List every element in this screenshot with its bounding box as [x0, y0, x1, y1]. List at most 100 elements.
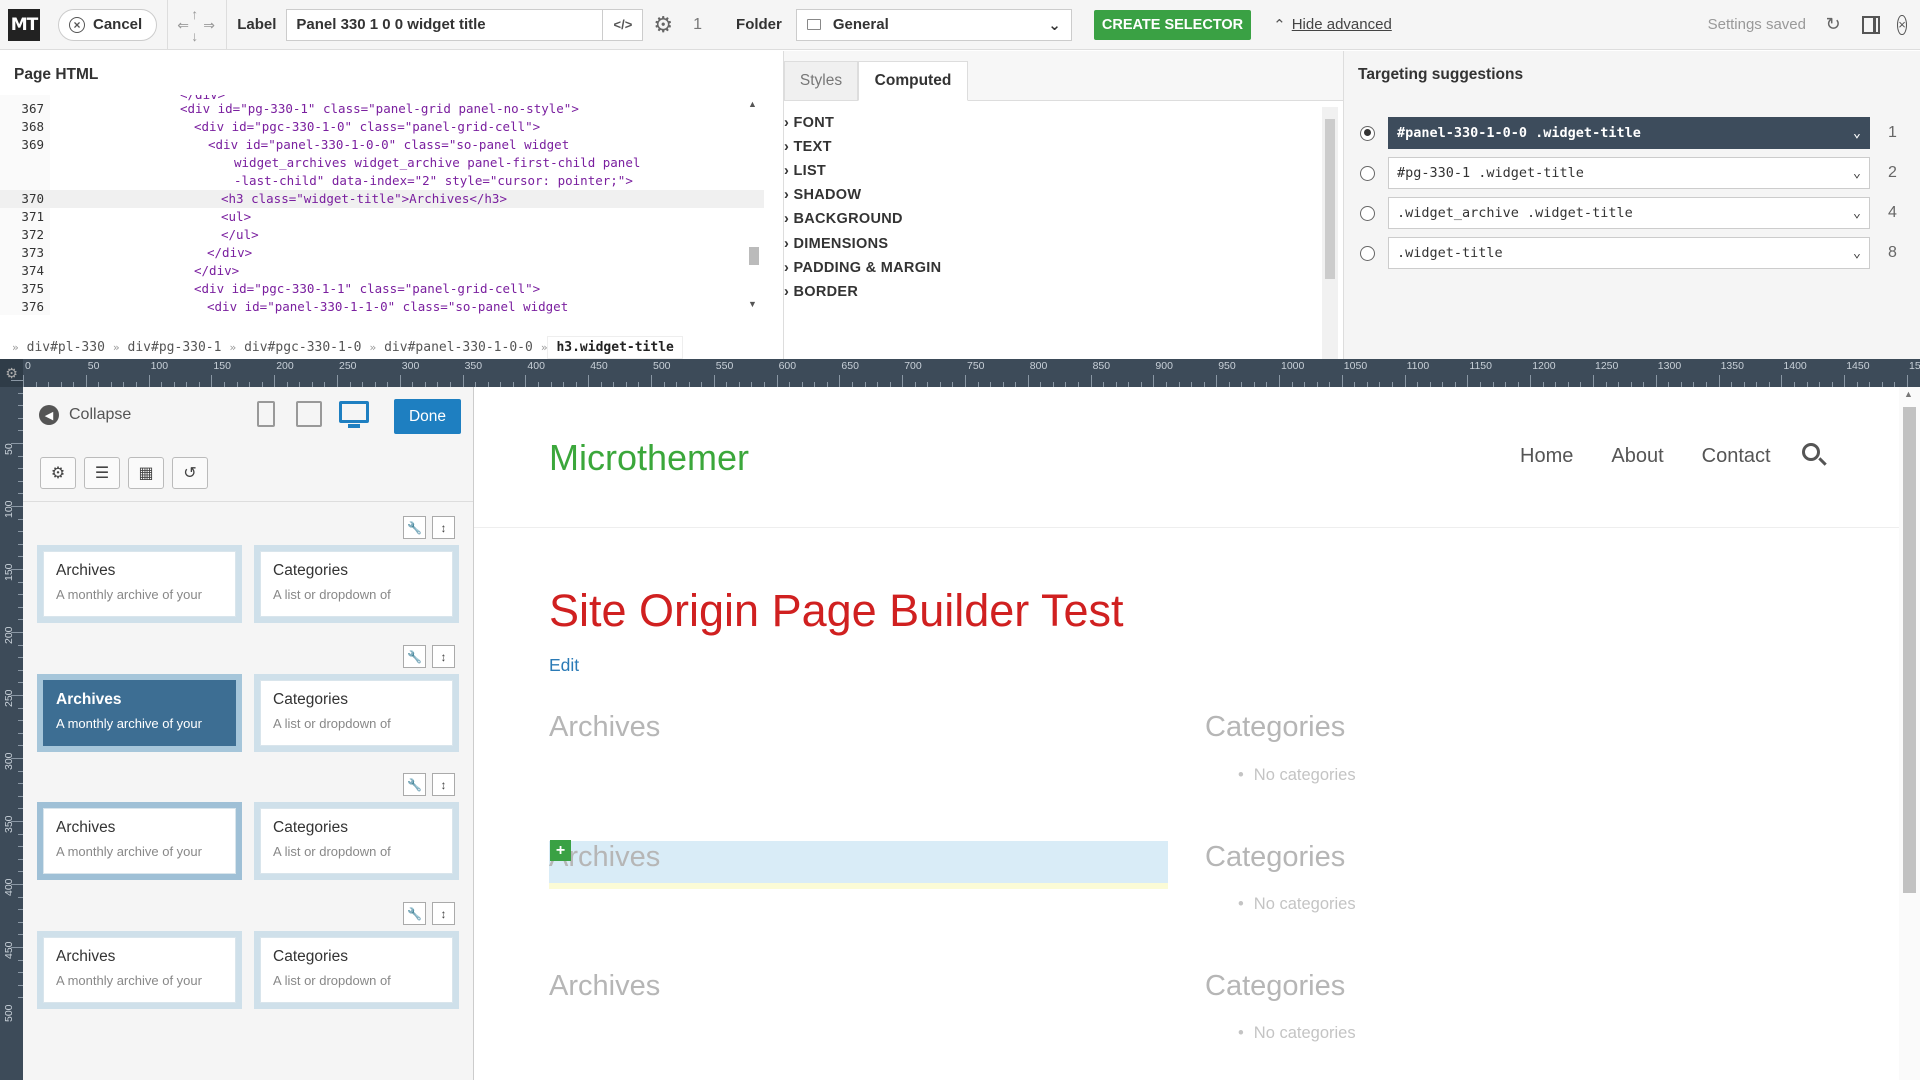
selector-dropdown[interactable]: #panel-330-1-0-0 .widget-title ⌄ [1388, 117, 1870, 149]
computed-group-shadow[interactable]: › SHADOW [784, 187, 861, 211]
history-icon[interactable]: ↺ [172, 457, 208, 489]
hide-advanced-link[interactable]: ⌃ Hide advanced [1273, 16, 1392, 34]
selector-dropdown[interactable]: .widget_archive .widget-title ⌄ [1388, 197, 1870, 229]
nav-contact[interactable]: Contact [1702, 445, 1771, 468]
code-line[interactable]: 369 <div id="panel-330-1-0-0" class="so-p… [0, 136, 764, 154]
builder-widget-categories[interactable]: Categories A list or dropdown of [254, 802, 459, 880]
computed-group-padding-margin[interactable]: › PADDING & MARGIN [784, 260, 941, 284]
nav-home[interactable]: Home [1520, 445, 1573, 468]
widget-title-archives[interactable]: Archives [549, 711, 660, 744]
scroll-down-icon[interactable]: ▼ [748, 299, 757, 309]
radio-selected[interactable] [1360, 125, 1375, 141]
code-line-current[interactable]: 370 <h3 class="widget-title">Archives</h3… [0, 190, 764, 208]
breadcrumb-item[interactable]: div#pg-330-1 [120, 340, 230, 355]
builder-widget-categories[interactable]: Categories A list or dropdown of [254, 674, 459, 752]
code-line[interactable]: 375 <div id="pgc-330-1-1" class="panel-gr… [0, 280, 764, 298]
selector-dropdown[interactable]: .widget-title ⌄ [1388, 237, 1870, 269]
code-line[interactable]: 367 <div id="pg-330-1" class="panel-grid … [0, 100, 764, 118]
code-line[interactable]: 371 <ul> [0, 208, 764, 226]
done-button[interactable]: Done [394, 399, 461, 434]
computed-group-list[interactable]: › LIST [784, 163, 826, 187]
computed-group-border[interactable]: › BORDER [784, 284, 858, 308]
widget-title-categories[interactable]: Categories [1205, 841, 1345, 874]
builder-widget-categories[interactable]: Categories A list or dropdown of [254, 545, 459, 623]
scroll-up-icon[interactable]: ▲ [748, 99, 757, 109]
code-line[interactable]: widget_archives widget_archive panel-fir… [0, 154, 764, 172]
builder-widget-archives[interactable]: Archives A monthly archive of your [37, 931, 242, 1009]
scroll-thumb[interactable] [1325, 119, 1335, 279]
preview-scrollbar[interactable]: ▲ [1899, 387, 1920, 1080]
edit-link[interactable]: Edit [549, 655, 579, 676]
computed-group-dimensions[interactable]: › DIMENSIONS [784, 236, 888, 260]
radio-unselected[interactable] [1360, 165, 1375, 181]
move-icon[interactable]: ↕ [432, 516, 455, 539]
exit-button[interactable]: × [1897, 14, 1920, 36]
code-view-icon[interactable]: </> [602, 9, 642, 40]
code-line[interactable]: 372 </ul> [0, 226, 764, 244]
breadcrumb-item[interactable]: div#pl-330 [19, 340, 113, 355]
collapse-button[interactable]: ◀ Collapse [39, 405, 131, 425]
builder-widget-archives[interactable]: Archives A monthly archive of your [37, 545, 242, 623]
folder-select[interactable]: General ⌄ [795, 8, 1072, 41]
settings-gear-icon[interactable]: ⚙ [40, 457, 76, 489]
list-icon[interactable]: ☰ [84, 457, 120, 489]
radio-unselected[interactable] [1360, 205, 1375, 221]
mobile-view-icon[interactable] [257, 401, 275, 427]
builder-widget-archives[interactable]: Archives A monthly archive of your [37, 802, 242, 880]
code-line[interactable]: 373 </div> [0, 244, 764, 262]
scroll-thumb[interactable] [749, 247, 759, 265]
targeting-option[interactable]: .widget-title ⌄ 8 [1360, 237, 1908, 269]
site-logo[interactable]: Microthemer [549, 437, 749, 479]
scroll-up-icon[interactable]: ▲ [1904, 389, 1913, 399]
move-icon[interactable]: ↕ [432, 902, 455, 925]
tablet-view-icon[interactable] [296, 401, 322, 427]
cancel-button[interactable]: × Cancel [58, 8, 158, 41]
desktop-view-icon[interactable] [339, 401, 369, 428]
wrench-icon[interactable]: 🔧 [403, 516, 426, 539]
move-arrows-icon[interactable]: ↑ ⇐ ⇒ ↓ [176, 5, 216, 45]
toggle-panel-button[interactable] [1860, 14, 1882, 36]
wrench-icon[interactable]: 🔧 [403, 773, 426, 796]
calculator-icon[interactable]: ▦ [128, 457, 164, 489]
create-selector-button[interactable]: CREATE SELECTOR [1093, 9, 1252, 40]
computed-group-text[interactable]: › TEXT [784, 139, 832, 163]
computed-group-font[interactable]: › FONT [784, 115, 834, 139]
tab-computed[interactable]: Computed [858, 61, 968, 101]
code-line[interactable]: 368 <div id="pgc-330-1-0" class="panel-gr… [0, 118, 764, 136]
computed-group-background[interactable]: › BACKGROUND [784, 211, 903, 235]
code-line[interactable]: 376 <div id="panel-330-1-1-0" class="so-p… [0, 298, 764, 315]
move-icon[interactable]: ↕ [432, 645, 455, 668]
widget-title-archives[interactable]: Archives [549, 970, 660, 1003]
targeting-option[interactable]: #pg-330-1 .widget-title ⌄ 2 [1360, 157, 1908, 189]
label-input[interactable]: Panel 330 1 0 0 widget title </> [286, 8, 644, 41]
builder-widget-archives-selected[interactable]: Archives A monthly archive of your [37, 674, 242, 752]
code-line[interactable]: 374 </div> [0, 262, 764, 280]
gear-icon[interactable]: ⚙ [653, 12, 673, 38]
computed-scrollbar[interactable] [1322, 107, 1338, 359]
selector-dropdown[interactable]: #pg-330-1 .widget-title ⌄ [1388, 157, 1870, 189]
breadcrumb-item[interactable]: div#pgc-330-1-0 [236, 340, 369, 355]
breadcrumb-item-active[interactable]: h3.widget-title [547, 335, 683, 359]
tab-styles[interactable]: Styles [784, 61, 858, 101]
wrench-icon[interactable]: 🔧 [403, 902, 426, 925]
builder-widget-categories[interactable]: Categories A list or dropdown of [254, 931, 459, 1009]
refresh-icon[interactable]: ↻ [1822, 14, 1844, 36]
add-plus-icon[interactable]: + [550, 840, 571, 861]
search-icon[interactable] [1802, 443, 1820, 461]
scroll-thumb[interactable] [1903, 407, 1916, 893]
wrench-icon[interactable]: 🔧 [403, 645, 426, 668]
microthemer-logo[interactable]: MT [8, 8, 40, 41]
targeting-option[interactable]: .widget_archive .widget-title ⌄ 4 [1360, 197, 1908, 229]
html-code-editor[interactable]: </div> 367<div id="pg-330-1" class="pane… [0, 95, 764, 315]
ruler-gear-icon[interactable]: ⚙ [0, 359, 23, 387]
label-input-value[interactable]: Panel 330 1 0 0 widget title [287, 16, 602, 33]
targeting-option[interactable]: #panel-330-1-0-0 .widget-title ⌄ 1 [1360, 117, 1908, 149]
breadcrumb-item[interactable]: div#panel-330-1-0-0 [376, 340, 541, 355]
radio-unselected[interactable] [1360, 245, 1375, 261]
widget-title-categories[interactable]: Categories [1205, 711, 1345, 744]
move-icon[interactable]: ↕ [432, 773, 455, 796]
code-scrollbar[interactable]: ▲ ▼ [746, 99, 760, 315]
code-line[interactable]: -last-child" data-index="2" style="curso… [0, 172, 764, 190]
nav-about[interactable]: About [1611, 445, 1663, 468]
widget-title-categories[interactable]: Categories [1205, 970, 1345, 1003]
